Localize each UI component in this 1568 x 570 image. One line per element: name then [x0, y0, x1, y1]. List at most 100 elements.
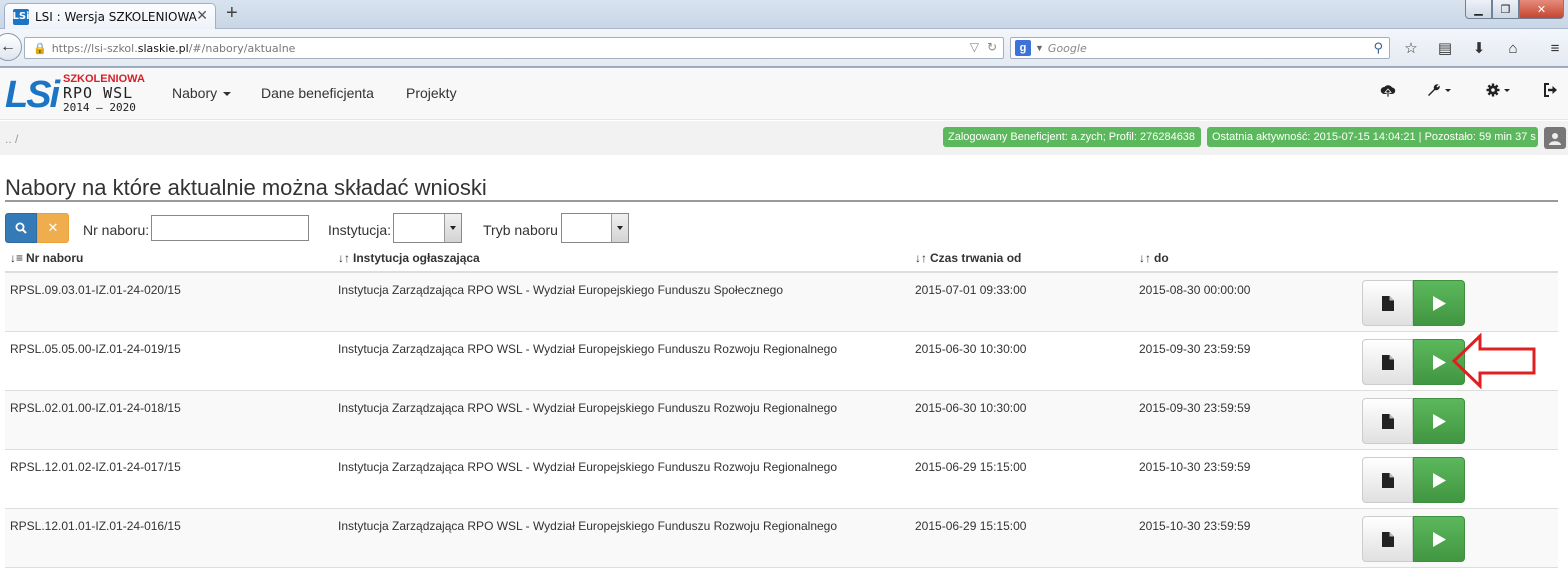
- browser-menu-icon[interactable]: ≡: [1544, 38, 1566, 58]
- clear-filters-button[interactable]: ✕: [37, 213, 69, 243]
- close-icon: ✕: [47, 220, 59, 235]
- download-icon[interactable]: ⬇: [1468, 38, 1490, 58]
- google-icon[interactable]: g: [1015, 40, 1031, 56]
- sort-icon: ↓↑: [915, 251, 927, 265]
- home-icon[interactable]: ⌂: [1502, 38, 1524, 58]
- cell-od: 2015-06-30 10:30:00: [915, 401, 1027, 415]
- nabory-table: ↓≡ Nr naboru ↓↑ Instytucja ogłaszająca ↓↑ C…: [5, 244, 1558, 568]
- play-icon: [1433, 472, 1446, 488]
- user-avatar-icon[interactable]: [1544, 127, 1566, 149]
- cell-nr: RPSL.02.01.00-IZ.01-24-018/15: [10, 401, 181, 415]
- cell-nr: RPSL.05.05.00-IZ.01-24-019/15: [10, 342, 181, 356]
- play-icon: [1433, 354, 1446, 370]
- details-button[interactable]: [1362, 457, 1413, 503]
- annotation-arrow-icon: [1452, 333, 1536, 389]
- search-placeholder: Google: [1047, 41, 1087, 55]
- upload-cloud-icon[interactable]: [1380, 83, 1396, 99]
- tab-title: LSI : Wersja SZKOLENIOWA: [35, 9, 197, 24]
- tab-close-icon[interactable]: ✕: [196, 7, 208, 24]
- cell-do: 2015-09-30 23:59:59: [1139, 401, 1251, 415]
- search-button[interactable]: [5, 213, 37, 243]
- details-button[interactable]: [1362, 516, 1413, 562]
- magnifier-icon[interactable]: ⚲: [1373, 40, 1383, 56]
- cell-do: 2015-10-30 23:59:59: [1139, 460, 1251, 474]
- sort-icon: ↓↑: [1139, 251, 1151, 265]
- url-text: https://lsi-szkol.slaskie.pl/#/nabory/ak…: [51, 41, 296, 55]
- document-icon: [1381, 295, 1394, 311]
- table-row: RPSL.02.01.00-IZ.01-24-018/15 Instytucja…: [5, 391, 1558, 450]
- url-dropdown-icon[interactable]: ▽: [970, 40, 979, 54]
- cell-od: 2015-06-30 10:30:00: [915, 342, 1027, 356]
- cell-od: 2015-07-01 09:33:00: [915, 283, 1027, 297]
- caret-down-icon: [1504, 88, 1510, 92]
- back-arrow-icon[interactable]: ←: [0, 33, 22, 61]
- restore-icon[interactable]: ❐: [1492, 0, 1519, 19]
- menu-nabory[interactable]: Nabory: [172, 85, 232, 101]
- filter-bar: ✕ Nr naboru: Instytucja: Tryb naboru: [5, 213, 1565, 243]
- bookmarks-list-icon[interactable]: ▤: [1434, 38, 1456, 58]
- logout-icon[interactable]: [1543, 83, 1558, 97]
- column-header-od[interactable]: ↓↑ Czas trwania od: [915, 251, 1021, 265]
- nr-naboru-label: Nr naboru:: [83, 222, 150, 238]
- cell-instytucja: Instytucja Zarządzająca RPO WSL - Wydzia…: [338, 460, 838, 474]
- play-icon: [1433, 295, 1446, 311]
- cell-nr: RPSL.09.03.01-IZ.01-24-020/15: [10, 283, 181, 297]
- cell-instytucja: Instytucja Zarządzająca RPO WSL - Wydzia…: [338, 283, 783, 297]
- menu-projekty[interactable]: Projekty: [406, 85, 457, 101]
- gear-icon[interactable]: [1486, 83, 1510, 97]
- search-engine-dropdown-icon[interactable]: ▼: [1035, 43, 1044, 53]
- start-application-button[interactable]: [1413, 516, 1465, 562]
- cell-instytucja: Instytucja Zarządzająca RPO WSL - Wydzia…: [338, 519, 838, 533]
- chevron-down-icon: [444, 214, 461, 242]
- tryb-naboru-select[interactable]: [561, 213, 629, 243]
- reload-icon[interactable]: ↻: [987, 40, 997, 54]
- tryb-naboru-label: Tryb naboru: [483, 222, 558, 238]
- column-header-do[interactable]: ↓↑ do: [1139, 251, 1169, 265]
- title-divider: [5, 200, 1558, 202]
- new-tab-icon[interactable]: +: [226, 3, 238, 23]
- activity-badge: Ostatnia aktywność: 2015-07-15 14:04:21 …: [1207, 127, 1538, 147]
- details-button[interactable]: [1362, 398, 1413, 444]
- logo-rpo-text: RPO WSL: [63, 84, 134, 102]
- column-header-nr[interactable]: ↓≡ Nr naboru: [10, 251, 83, 265]
- window-close-icon[interactable]: ✕: [1519, 0, 1564, 19]
- column-header-instytucja[interactable]: ↓↑ Instytucja ogłaszająca: [338, 251, 480, 265]
- browser-tab[interactable]: LSi LSI : Wersja SZKOLENIOWA ✕: [4, 3, 216, 29]
- play-icon: [1433, 531, 1446, 547]
- start-application-button[interactable]: [1413, 457, 1465, 503]
- instytucja-label: Instytucja:: [328, 222, 392, 238]
- document-icon: [1381, 531, 1394, 547]
- window-controls: ▁ ❐ ✕: [1465, 0, 1564, 19]
- bookmark-star-icon[interactable]: ☆: [1400, 38, 1422, 58]
- breadcrumb[interactable]: .. /: [5, 132, 18, 146]
- start-application-button[interactable]: [1413, 280, 1465, 326]
- search-bar[interactable]: g ▼ Google ⚲: [1010, 37, 1390, 59]
- chevron-down-icon: [611, 214, 628, 242]
- url-bar[interactable]: 🔒 https://lsi-szkol.slaskie.pl/#/nabory/…: [24, 37, 1004, 59]
- cell-od: 2015-06-29 15:15:00: [915, 460, 1027, 474]
- document-icon: [1381, 472, 1394, 488]
- cell-instytucja: Instytucja Zarządzająca RPO WSL - Wydzia…: [338, 342, 838, 356]
- page-title: Nabory na które aktualnie można składać …: [5, 175, 487, 200]
- lsi-logo[interactable]: LSi SZKOLENIOWA RPO WSL 2014 – 2020: [5, 73, 145, 117]
- sort-desc-icon: ↓≡: [10, 251, 24, 265]
- document-icon: [1381, 354, 1394, 370]
- details-button[interactable]: [1362, 280, 1413, 326]
- instytucja-select[interactable]: [393, 213, 462, 243]
- start-application-button[interactable]: [1413, 398, 1465, 444]
- cell-od: 2015-06-29 15:15:00: [915, 519, 1027, 533]
- menu-dane-beneficjenta[interactable]: Dane beneficjenta: [261, 85, 374, 101]
- nr-naboru-input[interactable]: [151, 215, 309, 241]
- caret-down-icon: [1445, 88, 1451, 92]
- cell-do: 2015-09-30 23:59:59: [1139, 342, 1251, 356]
- minimize-icon[interactable]: ▁: [1465, 0, 1492, 19]
- app-header: LSi SZKOLENIOWA RPO WSL 2014 – 2020 Nabo…: [0, 67, 1568, 120]
- url-actions: ▽ ↻: [970, 40, 997, 54]
- lock-icon: 🔒: [33, 42, 47, 55]
- cell-nr: RPSL.12.01.01-IZ.01-24-016/15: [10, 519, 181, 533]
- logo-years-text: 2014 – 2020: [63, 101, 136, 114]
- wrench-icon[interactable]: [1427, 83, 1451, 97]
- table-row: RPSL.05.05.00-IZ.01-24-019/15 Instytucja…: [5, 332, 1558, 391]
- details-button[interactable]: [1362, 339, 1413, 385]
- play-icon: [1433, 413, 1446, 429]
